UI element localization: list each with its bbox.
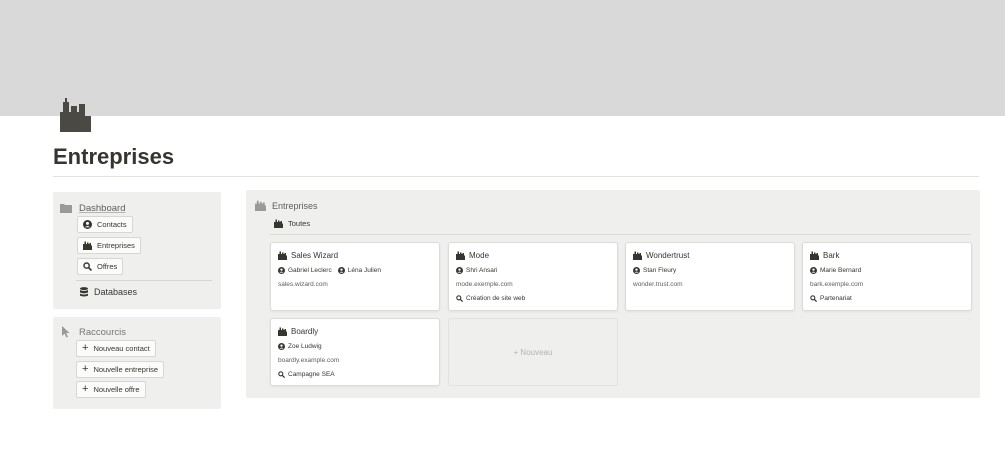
view-tab-label: Toutes bbox=[288, 219, 311, 228]
card-title: Bark bbox=[810, 251, 839, 260]
contact-name[interactable]: Shri Ansari bbox=[466, 267, 497, 274]
dashboard-heading-label[interactable]: Dashboard bbox=[79, 203, 125, 214]
person-icon bbox=[337, 267, 345, 274]
dashboard-panel: Dashboard Contacts Entreprises Offres Da… bbox=[53, 192, 221, 309]
databases-link-label: Databases bbox=[94, 287, 138, 297]
gallery-title[interactable]: Entreprises bbox=[255, 200, 318, 211]
buildings-icon bbox=[810, 251, 819, 260]
shortcuts-panel: Raccourcis + Nouveau contact + Nouvelle … bbox=[53, 317, 221, 409]
contact-name[interactable]: Léna Julien bbox=[348, 267, 381, 274]
card-url[interactable]: sales.wizard.com bbox=[278, 281, 328, 288]
offer-name: Création de site web bbox=[466, 295, 526, 302]
card-contacts: Stan Fleury bbox=[633, 267, 676, 274]
person-icon bbox=[83, 220, 92, 229]
buildings-icon bbox=[255, 200, 266, 211]
folder-icon bbox=[60, 202, 72, 214]
buildings-icon bbox=[633, 251, 642, 260]
contacts-link[interactable]: Contacts bbox=[77, 216, 133, 233]
dashboard-heading[interactable]: Dashboard bbox=[60, 202, 125, 214]
card-contacts: Shri Ansari bbox=[456, 267, 497, 274]
gallery-divider bbox=[270, 234, 971, 235]
card-offer[interactable]: Partenariat bbox=[810, 295, 852, 302]
gallery-title-label: Entreprises bbox=[272, 200, 318, 211]
card-name: Sales Wizard bbox=[291, 251, 339, 260]
new-company-button[interactable]: + Nouvelle entreprise bbox=[76, 361, 165, 378]
card-offer[interactable]: Campagne SEA bbox=[278, 371, 335, 378]
new-offer-button[interactable]: + Nouvelle offre bbox=[76, 381, 146, 398]
new-card-label: + Nouveau bbox=[513, 347, 553, 357]
card-url[interactable]: boardly.example.com bbox=[278, 357, 339, 364]
contact-name[interactable]: Stan Fleury bbox=[643, 267, 676, 274]
buildings-icon bbox=[83, 241, 92, 250]
company-card[interactable]: Wondertrust Stan Fleury wonder.trust.com bbox=[625, 242, 795, 311]
contact-name[interactable]: Zoe Ludwig bbox=[288, 343, 322, 350]
person-icon bbox=[278, 343, 285, 350]
card-title: Mode bbox=[456, 251, 489, 260]
offres-link[interactable]: Offres bbox=[77, 258, 124, 275]
company-card[interactable]: Bark Marie Bernard bark.exemple.com Part… bbox=[802, 242, 972, 311]
plus-icon: + bbox=[82, 342, 89, 354]
shortcuts-heading-label: Raccourcis bbox=[79, 326, 126, 338]
new-company-label: Nouvelle entreprise bbox=[93, 365, 159, 374]
card-name: Boardly bbox=[291, 327, 319, 336]
entreprises-gallery: Entreprises Toutes Sales Wizard Gabriel … bbox=[246, 190, 980, 398]
contacts-link-label: Contacts bbox=[97, 220, 127, 229]
contact-name[interactable]: Marie Bernard bbox=[820, 267, 861, 274]
page-title: Entreprises bbox=[53, 144, 175, 169]
offres-link-label: Offres bbox=[97, 262, 118, 271]
view-tab-toutes[interactable]: Toutes bbox=[274, 219, 310, 228]
buildings-icon bbox=[456, 251, 465, 260]
card-url[interactable]: bark.exemple.com bbox=[810, 281, 863, 288]
page-cover bbox=[0, 0, 1005, 116]
buildings-icon bbox=[274, 219, 283, 228]
new-contact-label: Nouveau contact bbox=[93, 344, 150, 353]
person-icon bbox=[633, 267, 640, 274]
cursor-icon bbox=[60, 326, 72, 338]
database-icon bbox=[79, 287, 89, 297]
card-contacts: Zoe Ludwig bbox=[278, 343, 322, 350]
card-name: Wondertrust bbox=[646, 251, 690, 260]
company-card[interactable]: Mode Shri Ansari mode.exemple.com Créati… bbox=[448, 242, 618, 311]
search-icon bbox=[456, 295, 463, 302]
plus-icon: + bbox=[82, 363, 89, 375]
card-name: Bark bbox=[823, 251, 840, 260]
card-url[interactable]: mode.exemple.com bbox=[456, 281, 513, 288]
company-card[interactable]: Sales Wizard Gabriel Leclerc Léna Julien… bbox=[270, 242, 440, 311]
card-offer[interactable]: Création de site web bbox=[456, 295, 525, 302]
card-title: Boardly bbox=[278, 327, 318, 336]
company-card[interactable]: Boardly Zoe Ludwig boardly.example.com C… bbox=[270, 318, 440, 386]
person-icon bbox=[810, 267, 817, 274]
search-icon bbox=[810, 295, 817, 302]
panel-divider bbox=[76, 280, 212, 281]
new-contact-button[interactable]: + Nouveau contact bbox=[76, 340, 156, 357]
entreprises-link[interactable]: Entreprises bbox=[77, 237, 141, 254]
new-offer-label: Nouvelle offre bbox=[93, 385, 140, 394]
buildings-icon[interactable] bbox=[57, 98, 93, 132]
contact-name[interactable]: Gabriel Leclerc bbox=[288, 267, 332, 274]
new-card-button[interactable]: + Nouveau bbox=[448, 318, 618, 386]
buildings-icon bbox=[278, 327, 287, 336]
card-contacts: Gabriel Leclerc Léna Julien bbox=[278, 267, 381, 274]
entreprises-link-label: Entreprises bbox=[97, 241, 135, 250]
search-icon bbox=[83, 262, 92, 271]
buildings-icon bbox=[278, 251, 287, 260]
shortcuts-heading: Raccourcis bbox=[60, 326, 126, 338]
card-url[interactable]: wonder.trust.com bbox=[633, 281, 683, 288]
offer-name: Partenariat bbox=[820, 295, 852, 302]
plus-icon: + bbox=[82, 383, 89, 395]
card-name: Mode bbox=[469, 251, 490, 260]
databases-link[interactable]: Databases bbox=[79, 287, 137, 297]
title-divider bbox=[53, 176, 979, 177]
card-title: Wondertrust bbox=[633, 251, 689, 260]
person-icon bbox=[278, 267, 285, 274]
card-contacts: Marie Bernard bbox=[810, 267, 861, 274]
card-title: Sales Wizard bbox=[278, 251, 338, 260]
offer-name: Campagne SEA bbox=[288, 371, 335, 378]
person-icon bbox=[456, 267, 463, 274]
search-icon bbox=[278, 371, 285, 378]
